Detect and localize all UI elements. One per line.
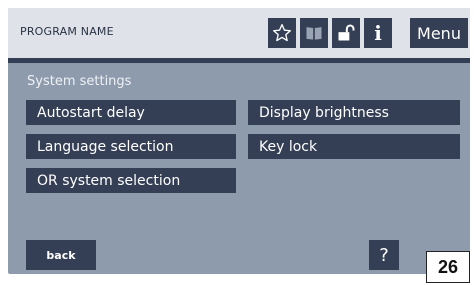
key-lock-button[interactable]: Key lock [248,134,460,159]
page-number: 26 [426,251,470,283]
help-button[interactable]: ? [369,240,399,270]
language-selection-button[interactable]: Language selection [26,134,236,159]
lock-button[interactable] [332,18,360,48]
program-name: PROGRAM NAME [20,25,114,38]
info-icon: i [374,21,382,45]
star-icon [273,24,291,42]
device-screen: PROGRAM NAME i Menu System settings Auto… [8,8,470,274]
info-button[interactable]: i [364,18,392,48]
header-divider [8,58,470,63]
book-icon [306,27,322,40]
or-system-selection-button[interactable]: OR system selection [26,168,236,193]
autostart-delay-button[interactable]: Autostart delay [26,100,236,125]
menu-button[interactable]: Menu [410,18,468,48]
header-bar: PROGRAM NAME i Menu [8,8,470,58]
manual-button[interactable] [300,18,328,48]
back-button[interactable]: back [26,240,96,270]
favorite-button[interactable] [268,18,296,48]
unlock-icon [338,24,355,41]
display-brightness-button[interactable]: Display brightness [248,100,460,125]
section-title: System settings [27,74,132,89]
